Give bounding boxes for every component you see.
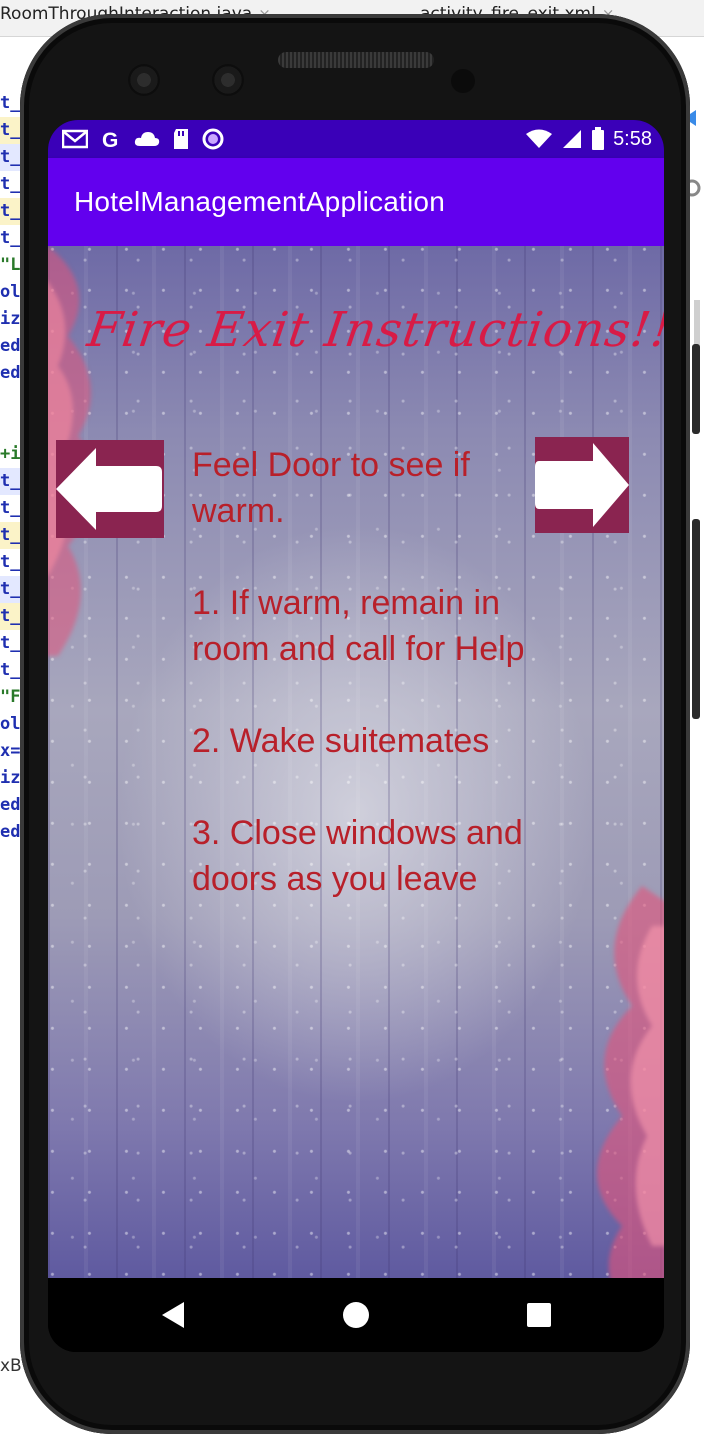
device-screen: G 5:58 HotelManagementApplication Fire E… (48, 120, 664, 1352)
signal-icon (563, 130, 582, 148)
fire-exit-content: Fire Exit Instructions!! Feel Door to se… (48, 246, 664, 1278)
wifi-icon (526, 129, 553, 148)
ide-status-fragment: xB (0, 1356, 22, 1376)
app-title: HotelManagementApplication (74, 186, 445, 217)
ide-gutter-line: t_ (0, 633, 21, 653)
previous-button[interactable] (56, 440, 164, 538)
ide-gutter-line: "L (0, 255, 21, 275)
ide-gutter-line: t_ (0, 198, 22, 225)
status-right: 5:58 (525, 126, 652, 152)
volume-button[interactable] (692, 344, 700, 434)
ide-gutter-line (0, 387, 22, 414)
left-arrow-icon (56, 448, 162, 530)
front-camera-icon (212, 64, 244, 96)
instruction-step-2: 2. Wake suitemates (192, 722, 490, 760)
instruction-step-1: 1. If warm, remain in room and call for … (192, 584, 525, 668)
next-button[interactable] (535, 437, 629, 533)
ide-gutter-line: t_ (0, 603, 22, 630)
ide-gutter-line: t_ (0, 228, 21, 248)
ide-gutter-line: ed (0, 363, 21, 383)
sd-card-icon (174, 129, 188, 149)
ide-gutter-line: iz (0, 768, 21, 788)
battery-icon (592, 127, 605, 150)
cloud-icon (134, 132, 160, 146)
instructions-text: Feel Door to see if warm. 1. If warm, re… (192, 442, 532, 948)
circle-app-icon (202, 128, 224, 150)
svg-text:G: G (102, 129, 118, 150)
page-heading: Fire Exit Instructions!! (84, 302, 664, 358)
ide-gutter-line: t_ (0, 468, 22, 495)
ide-gutter-line: t_ (0, 522, 22, 549)
ide-gutter-line: t_ (0, 552, 21, 572)
power-button[interactable] (692, 519, 700, 719)
gmail-icon (62, 129, 88, 149)
ide-gutter-line: ol (0, 714, 21, 734)
app-bar: HotelManagementApplication (48, 158, 664, 246)
notification-icons: G (62, 126, 224, 152)
ide-gutter-line: t_ (0, 660, 21, 680)
right-arrow-icon (535, 443, 629, 527)
ide-gutter-line: ed (0, 795, 21, 815)
ide-gutter-line: +i (0, 444, 21, 464)
ide-gutter-line: t_ (0, 498, 21, 518)
ide-gutter-line: t_ (0, 144, 22, 171)
flame-decoration-right (597, 886, 664, 1278)
google-icon: G (102, 129, 118, 150)
instruction-intro: Feel Door to see if warm. (192, 446, 470, 530)
ide-gutter-line: ol (0, 282, 21, 302)
ide-gutter-line: ed (0, 336, 21, 356)
ide-gutter-line: x= (0, 741, 21, 761)
ide-code-gutter: t_ t_ t_ t_ t_ t_ "L ol iz ed ed +i t_ t_ t_ t_ t_ t_ t_ t_… (0, 90, 22, 1090)
home-circle-icon[interactable] (339, 1298, 373, 1332)
ide-gutter-line (0, 414, 22, 441)
ide-gutter-line: "F (0, 687, 21, 707)
ide-gutter-line: ed (0, 822, 21, 842)
recents-square-icon[interactable] (522, 1298, 556, 1332)
earpiece-speaker (278, 52, 434, 68)
ide-gutter-line: t_ (0, 93, 21, 113)
status-time: 5:58 (613, 127, 652, 150)
back-triangle-icon[interactable] (158, 1298, 192, 1332)
proximity-sensor (451, 69, 475, 93)
status-bar: G 5:58 (48, 120, 664, 158)
ide-gutter-line: t_ (0, 174, 21, 194)
front-camera-icon (128, 64, 160, 96)
ide-gutter-line: iz (0, 309, 21, 329)
navigation-bar (48, 1278, 664, 1352)
ide-gutter-line: t_ (0, 576, 22, 603)
ide-gutter-line: t_ (0, 117, 22, 144)
instruction-step-3: 3. Close windows and doors as you leave (192, 814, 523, 898)
